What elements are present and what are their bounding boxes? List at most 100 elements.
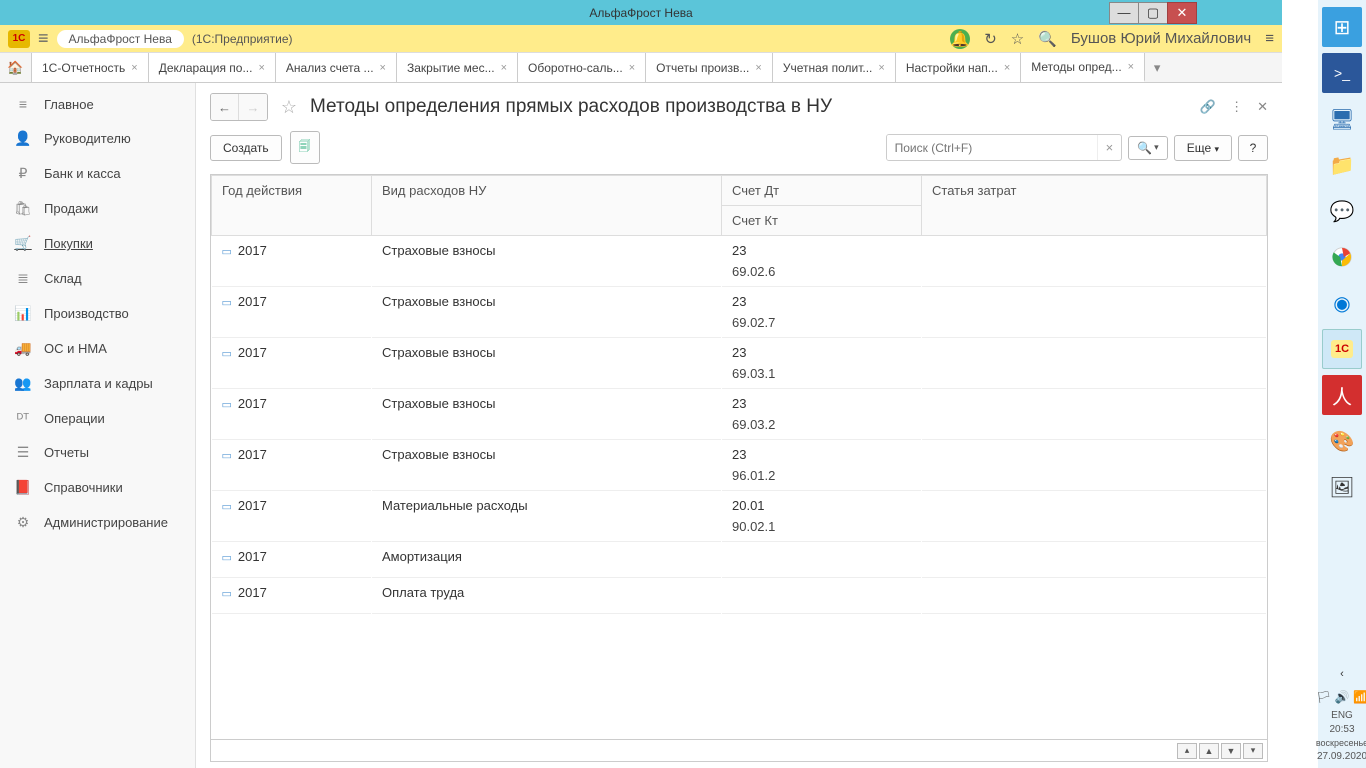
link-icon[interactable]: 🔗 <box>1200 99 1216 115</box>
sidebar-item[interactable]: 🛒Покупки <box>0 226 195 261</box>
sidebar-item[interactable]: ≡Главное <box>0 87 195 121</box>
search-input[interactable] <box>887 135 1097 160</box>
cell-accounts: 2369.02.6 <box>722 236 922 287</box>
sidebar-icon: ≣ <box>14 270 32 287</box>
table-row[interactable]: ▭2017Страховые взносы2396.01.2 <box>212 440 1267 491</box>
row-icon: ▭ <box>222 297 232 309</box>
taskbar-pictures-icon[interactable]: 🖼 <box>1322 467 1362 507</box>
notifications-icon[interactable]: 🔔 <box>950 29 970 49</box>
nav-forward-button[interactable]: → <box>239 94 267 120</box>
cell-article <box>922 578 1267 614</box>
tab-close-icon[interactable]: × <box>755 62 761 74</box>
sidebar-item[interactable]: 📕Справочники <box>0 470 195 505</box>
menu-icon[interactable]: ≡ <box>1265 30 1274 47</box>
col-article[interactable]: Статья затрат <box>922 176 1267 236</box>
favorites-icon[interactable]: ☆ <box>1011 30 1024 48</box>
tab[interactable]: Методы опред... × <box>1021 53 1145 82</box>
scroll-top-button[interactable]: ▴ <box>1177 743 1197 759</box>
col-dt[interactable]: Счет Дт <box>722 176 922 206</box>
system-tray[interactable]: 🏳 🔊 📶 ENG 20:53 воскресенье 27.09.2020 <box>1316 685 1366 768</box>
taskbar-start[interactable]: ⊞ <box>1322 7 1362 47</box>
taskbar-1c-icon[interactable]: 1C <box>1322 329 1362 369</box>
sidebar-item[interactable]: 📊Производство <box>0 296 195 331</box>
table-row[interactable]: ▭2017Материальные расходы20.0190.02.1 <box>212 491 1267 542</box>
taskbar-edge-icon[interactable]: ◉ <box>1322 283 1362 323</box>
search-button[interactable]: 🔍 ▾ <box>1128 136 1167 160</box>
tab-close-icon[interactable]: × <box>1004 62 1010 74</box>
scroll-down-button[interactable]: ▼ <box>1221 743 1241 759</box>
search-icon[interactable]: 🔍 <box>1038 30 1057 48</box>
row-icon: ▭ <box>222 399 232 411</box>
table-row[interactable]: ▭2017Страховые взносы2369.03.1 <box>212 338 1267 389</box>
sidebar-item[interactable]: 👤Руководителю <box>0 121 195 156</box>
table-row[interactable]: ▭2017Оплата труда <box>212 578 1267 614</box>
col-year[interactable]: Год действия <box>212 176 372 236</box>
help-button[interactable]: ? <box>1238 135 1268 161</box>
sidebar-item[interactable]: 🚚ОС и НМА <box>0 331 195 366</box>
tab-close-icon[interactable]: × <box>878 62 884 74</box>
tab[interactable]: Декларация по...× <box>149 53 276 82</box>
tab-label: 1С-Отчетность <box>42 61 125 75</box>
taskbar-server-icon[interactable]: 🖥 <box>1322 99 1362 139</box>
sidebar-item[interactable]: 👥Зарплата и кадры <box>0 366 195 401</box>
search-clear[interactable]: × <box>1097 135 1122 160</box>
tab[interactable]: 1С-Отчетность × <box>32 53 149 82</box>
col-kt[interactable]: Счет Кт <box>722 206 922 236</box>
sidebar-item[interactable]: ₽Банк и касса <box>0 156 195 191</box>
tray-lang[interactable]: ENG <box>1316 709 1366 723</box>
sidebar-item[interactable]: ≣Склад <box>0 261 195 296</box>
user-name[interactable]: Бушов Юрий Михайлович <box>1071 30 1251 47</box>
page-title: Методы определения прямых расходов произ… <box>310 96 832 118</box>
window-maximize[interactable]: ▢ <box>1138 2 1168 24</box>
create-button[interactable]: Создать <box>210 135 282 161</box>
cell-article <box>922 542 1267 578</box>
window-minimize[interactable]: — <box>1109 2 1139 24</box>
more-button[interactable]: Еще ▾ <box>1174 135 1232 161</box>
sidebar-item[interactable]: ☰Отчеты <box>0 435 195 470</box>
tab[interactable]: Закрытие мес...× <box>397 53 518 82</box>
taskbar-explorer-icon[interactable]: 📁 <box>1322 145 1362 185</box>
scroll-up-button[interactable]: ▲ <box>1199 743 1219 759</box>
close-page-icon[interactable]: ✕ <box>1257 99 1268 115</box>
tab-close-icon[interactable]: × <box>629 62 635 74</box>
tab-label: Методы опред... <box>1031 60 1121 74</box>
sidebar: ≡Главное👤Руководителю₽Банк и касса🛍Прода… <box>0 83 196 768</box>
tab-close-icon[interactable]: × <box>380 62 386 74</box>
col-type[interactable]: Вид расходов НУ <box>372 176 722 236</box>
tab-home[interactable]: 🏠 <box>0 53 32 82</box>
windows-taskbar: ⊞ >_ 🖥 📁 💬 ◉ 1C 人 🎨 🖼 ‹ 🏳 🔊 📶 ENG 20:53 … <box>1318 0 1366 768</box>
nav-back-button[interactable]: ← <box>211 94 239 120</box>
sidebar-item[interactable]: 🛍Продажи <box>0 191 195 226</box>
data-table: Год действия Вид расходов НУ Счет Дт Ста… <box>211 175 1267 614</box>
window-close[interactable]: ✕ <box>1167 2 1197 24</box>
taskbar-chrome-icon[interactable] <box>1322 237 1362 277</box>
tab-close-icon[interactable]: × <box>131 62 137 74</box>
history-icon[interactable]: ↻ <box>984 30 997 48</box>
sidebar-item[interactable]: ⚙Администрирование <box>0 505 195 540</box>
tab-overflow[interactable]: ▾ <box>1145 53 1169 82</box>
hamburger-icon[interactable]: ≡ <box>38 28 49 49</box>
table-row[interactable]: ▭2017Страховые взносы2369.03.2 <box>212 389 1267 440</box>
tab[interactable]: Отчеты произв...× <box>646 53 773 82</box>
tab[interactable]: Оборотно-саль...× <box>518 53 646 82</box>
tab[interactable]: Анализ счета ...× <box>276 53 397 82</box>
taskbar-show-hidden[interactable]: ‹ <box>1322 666 1362 682</box>
tab-close-icon[interactable]: × <box>501 62 507 74</box>
copy-button[interactable]: 🗐 <box>290 131 320 164</box>
tab[interactable]: Учетная полит...× <box>773 53 896 82</box>
table-row[interactable]: ▭2017Страховые взносы2369.02.6 <box>212 236 1267 287</box>
taskbar-paint-icon[interactable]: 🎨 <box>1322 421 1362 461</box>
table-row[interactable]: ▭2017Страховые взносы2369.02.7 <box>212 287 1267 338</box>
table-row[interactable]: ▭2017Амортизация <box>212 542 1267 578</box>
taskbar-chat-icon[interactable]: 💬 <box>1322 191 1362 231</box>
taskbar-adobe-icon[interactable]: 人 <box>1322 375 1362 415</box>
row-icon: ▭ <box>222 552 232 564</box>
kebab-icon[interactable]: ⋮ <box>1230 99 1243 115</box>
taskbar-powershell-icon[interactable]: >_ <box>1322 53 1362 93</box>
favorite-toggle[interactable]: ☆ <box>276 94 302 120</box>
tab-close-icon[interactable]: × <box>258 62 264 74</box>
scroll-bottom-button[interactable]: ▾ <box>1243 743 1263 759</box>
tab[interactable]: Настройки нап...× <box>896 53 1021 82</box>
sidebar-item[interactable]: ᴰᵀОперации <box>0 401 195 435</box>
tab-close-icon[interactable]: × <box>1128 61 1134 73</box>
